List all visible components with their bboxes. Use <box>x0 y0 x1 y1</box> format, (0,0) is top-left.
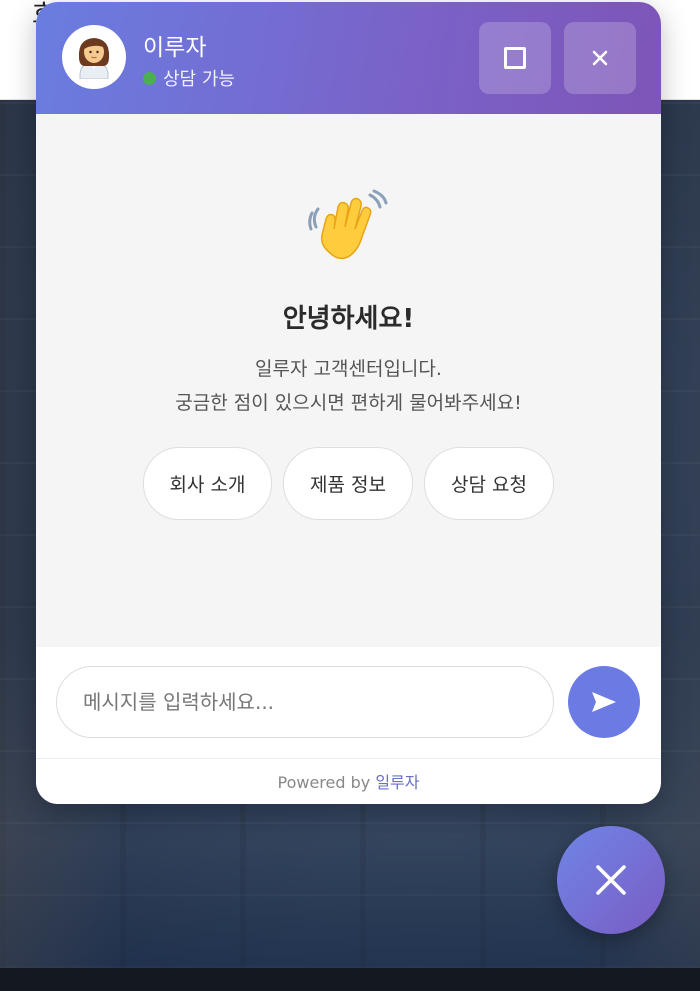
agent-status: 상담 가능 <box>143 65 235 91</box>
close-icon <box>596 865 626 895</box>
powered-by-brand[interactable]: 일루자 <box>375 773 419 792</box>
intro-line-2: 궁금한 점이 있으시면 편하게 물어봐주세요! <box>175 392 522 414</box>
close-chat-button[interactable] <box>564 22 636 94</box>
agent-name: 이루자 <box>143 35 207 61</box>
message-input[interactable] <box>56 666 554 738</box>
maximize-icon <box>504 47 526 69</box>
chat-footer: Powered by 일루자 <box>36 759 661 804</box>
greeting-intro: 일루자 고객센터입니다. 궁금한 점이 있으시면 편하게 물어봐주세요! <box>36 352 661 420</box>
quick-reply-company-intro[interactable]: 회사 소개 <box>143 447 272 520</box>
chat-launcher-button[interactable] <box>557 826 665 934</box>
intro-line-1: 일루자 고객센터입니다. <box>255 358 442 380</box>
chat-input-area <box>36 647 661 759</box>
chat-messages-area: 안녕하세요! 일루자 고객센터입니다. 궁금한 점이 있으시면 편하게 물어봐주… <box>36 114 661 647</box>
maximize-button[interactable] <box>479 22 551 94</box>
powered-by-text: Powered by <box>277 773 371 792</box>
send-button[interactable] <box>568 666 640 738</box>
greeting-title: 안녕하세요! <box>282 304 415 334</box>
page-footer-strip <box>0 968 700 991</box>
chat-widget: 이루자 상담 가능 안녕하세요! 일루자 고객센터입니다. 궁금한 점이 있으시… <box>36 2 661 804</box>
online-status-icon <box>143 71 156 85</box>
quick-reply-consult-request[interactable]: 상담 요청 <box>424 447 554 520</box>
agent-avatar <box>62 25 126 89</box>
woman-office-worker-icon <box>78 38 110 79</box>
chat-header: 이루자 상담 가능 <box>36 2 661 114</box>
status-text: 상담 가능 <box>163 69 235 90</box>
waving-hand-icon <box>308 189 388 269</box>
close-icon <box>592 50 608 66</box>
quick-reply-product-info[interactable]: 제품 정보 <box>283 447 413 520</box>
send-arrow-icon <box>592 692 616 712</box>
